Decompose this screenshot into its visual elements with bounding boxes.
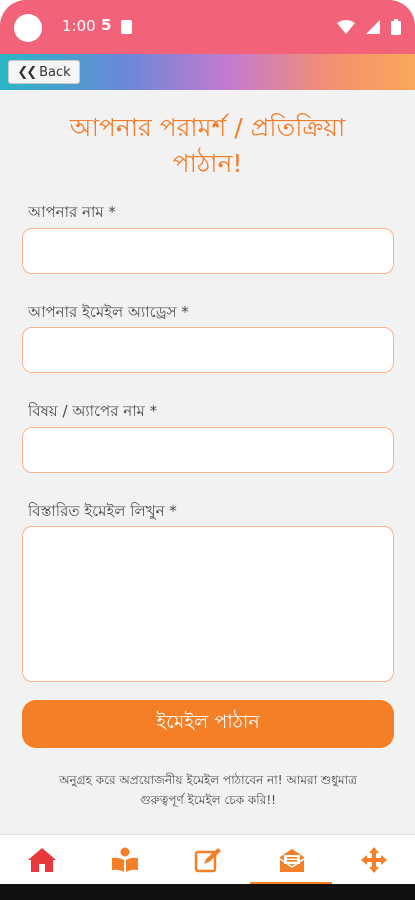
warning-note-line-2: গুরুত্বপূর্ণ ইমেইল চেক করি!! (140, 793, 276, 807)
sim-card-icon (121, 20, 132, 34)
wifi-icon (336, 19, 355, 34)
send-email-button-label: ইমেইল পাঠান (156, 711, 260, 733)
tab-email[interactable] (250, 835, 333, 885)
subject-input[interactable] (22, 427, 394, 473)
warning-note-line-1: অনুগ্রহ করে অপ্রয়োজনীয় ইমেইল পাঠাবেন ন… (59, 773, 357, 787)
notification-s-icon: 5 (101, 16, 112, 34)
tab-home[interactable] (0, 835, 83, 885)
back-button-label: Back (39, 64, 71, 80)
envelope-open-icon (279, 849, 304, 872)
send-email-button[interactable]: ইমেইল পাঠান (22, 700, 394, 748)
system-nav-bar (0, 884, 415, 900)
bottom-tab-bar (0, 834, 415, 885)
app-screen: 1:00 5 ❮❮ Back আপনার পরামর্শ / প্রতিক্রি… (0, 0, 415, 900)
status-bar: 1:00 5 (0, 0, 415, 54)
status-time: 1:00 (62, 17, 96, 35)
page-title-line-1: আপনার পরামর্শ / প্রতিক্রিয়া (69, 113, 346, 142)
top-nav-bar: ❮❮ Back (0, 54, 415, 90)
email-input[interactable] (22, 327, 394, 373)
tab-edit[interactable] (166, 835, 249, 885)
move-arrows-icon (360, 847, 387, 873)
signal-icon (365, 19, 380, 34)
message-label: বিস্তারিত ইমেইল লিখুন * (28, 502, 177, 520)
page-title-line-2: পাঠান! (172, 149, 243, 178)
home-icon (27, 848, 56, 872)
camera-cutout (14, 14, 42, 42)
page-title: আপনার পরামর্শ / প্রতিক্রিয়া পাঠান! (20, 110, 395, 182)
edit-icon (194, 848, 221, 873)
message-textarea[interactable] (22, 526, 394, 682)
name-input[interactable] (22, 228, 394, 274)
double-chevron-left-icon: ❮❮ (17, 64, 37, 80)
back-button[interactable]: ❮❮ Back (8, 60, 80, 84)
status-icons (331, 16, 401, 36)
tab-more[interactable] (332, 835, 415, 885)
email-label: আপনার ইমেইল অ্যাড্রেস * (28, 303, 189, 321)
name-label: আপনার নাম * (28, 203, 116, 221)
warning-note: অনুগ্রহ করে অপ্রয়োজনীয় ইমেইল পাঠাবেন ন… (30, 770, 386, 810)
tab-reader[interactable] (83, 835, 166, 885)
subject-label: বিষয় / অ্যাপের নাম * (28, 402, 158, 420)
battery-icon (391, 18, 401, 35)
book-reader-icon (111, 847, 138, 872)
